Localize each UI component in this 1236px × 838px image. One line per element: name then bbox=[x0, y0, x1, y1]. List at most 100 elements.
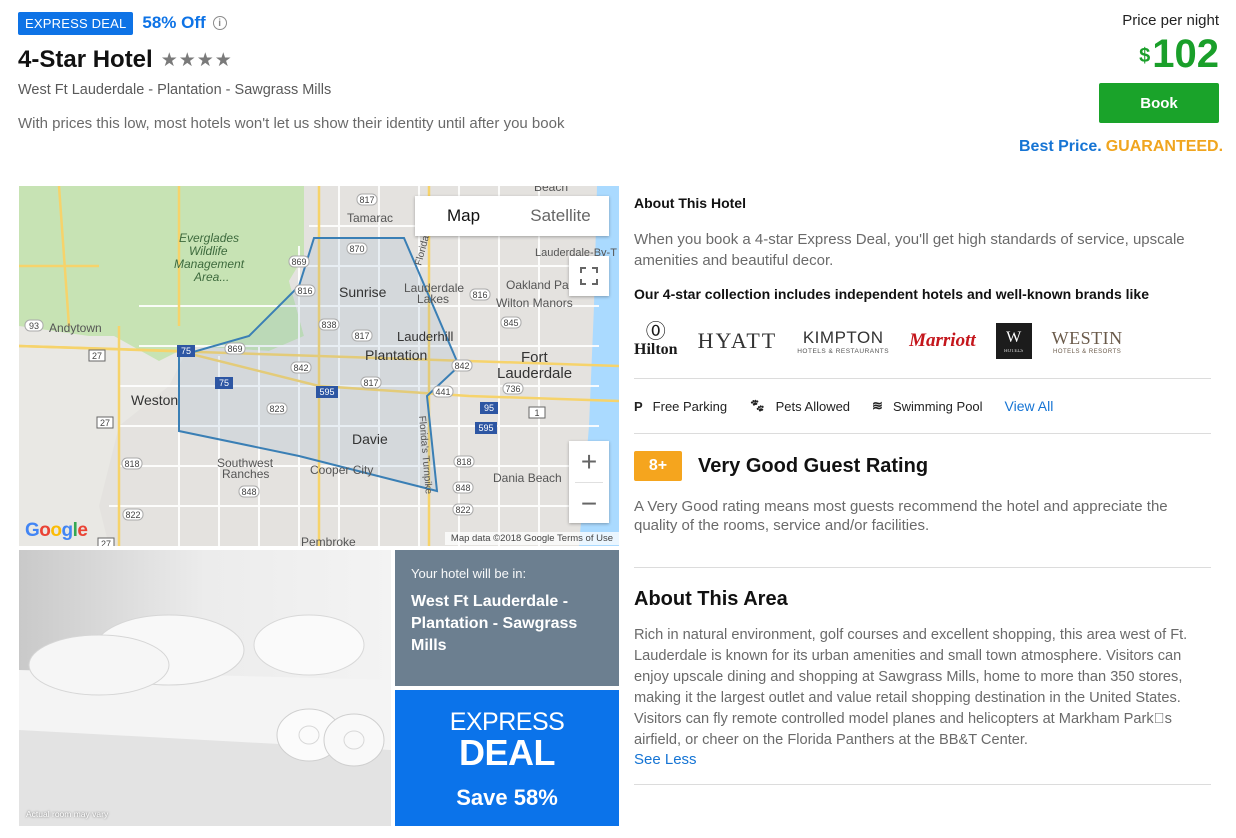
road-shield: 845 bbox=[500, 316, 522, 329]
kimpton-logo: KIMPTON HOTELS & RESTAURANTS bbox=[797, 327, 890, 355]
svg-text:842: 842 bbox=[454, 361, 469, 371]
road-shield: 870 bbox=[346, 242, 368, 255]
guest-rating: 8+ Very Good Guest Rating bbox=[634, 451, 1212, 481]
amenity-pets: 🐾︎ Pets Allowed bbox=[749, 398, 851, 414]
road-shield: 75 bbox=[177, 345, 195, 357]
road-shield: 27 bbox=[96, 416, 114, 429]
map-label: Sunrise bbox=[339, 284, 387, 300]
divider bbox=[634, 567, 1211, 568]
svg-text:845: 845 bbox=[503, 318, 518, 328]
road-shield: 817 bbox=[360, 376, 382, 389]
svg-text:816: 816 bbox=[472, 290, 487, 300]
express-deal-badge: EXPRESS DEAL bbox=[18, 11, 134, 35]
road-shield: 842 bbox=[451, 359, 473, 372]
map-tab[interactable]: Map bbox=[415, 196, 512, 236]
map-attribution[interactable]: Map data ©2018 Google Terms of Use bbox=[444, 532, 619, 545]
amenity-pool: ≋ Swimming Pool bbox=[872, 398, 983, 414]
fullscreen-icon bbox=[580, 267, 598, 285]
marriott-logo: Marriott bbox=[909, 330, 976, 351]
road-shield: 818 bbox=[453, 455, 475, 468]
svg-text:595: 595 bbox=[478, 423, 493, 433]
svg-text:736: 736 bbox=[505, 384, 520, 394]
road-shield: 817 bbox=[356, 193, 378, 206]
svg-text:75: 75 bbox=[219, 378, 229, 388]
svg-text:27: 27 bbox=[100, 418, 110, 428]
rating-text: A Very Good rating means most guests rec… bbox=[634, 498, 1168, 534]
hotel-area-tile: Your hotel will be in: West Ft Lauderdal… bbox=[395, 550, 619, 686]
see-less-link[interactable]: See Less bbox=[634, 751, 1212, 768]
identity-disclaimer: With prices this low, most hotels won't … bbox=[18, 115, 565, 132]
amenity-parking: P Free Parking bbox=[634, 398, 728, 414]
road-shield: 822 bbox=[122, 508, 144, 521]
svg-text:95: 95 bbox=[484, 403, 494, 413]
svg-text:817: 817 bbox=[363, 378, 378, 388]
express-deal-tile: EXPRESS DEAL Save 58% bbox=[395, 690, 619, 826]
fullscreen-button[interactable] bbox=[569, 256, 609, 296]
map-label: Dania Beach bbox=[493, 471, 562, 485]
bed-illustration bbox=[19, 550, 391, 826]
map-label: Management bbox=[174, 257, 245, 271]
hotel-title: 4-Star Hotel bbox=[18, 46, 153, 73]
svg-text:818: 818 bbox=[456, 457, 471, 467]
currency-symbol: $ bbox=[1139, 45, 1151, 67]
deal-label: DEAL bbox=[459, 732, 556, 773]
room-disclaimer: Actual room may vary bbox=[26, 809, 109, 819]
google-logo-letters: G bbox=[25, 520, 40, 541]
map-label: Lakes bbox=[417, 292, 449, 306]
road-shield: 816 bbox=[294, 284, 316, 297]
divider bbox=[634, 433, 1211, 434]
zoom-out-button[interactable]: − bbox=[569, 483, 609, 524]
swimming-icon: ≋ bbox=[872, 398, 883, 413]
map-label: Lauderdale bbox=[497, 365, 572, 382]
hotel-details: About This Hotel When you book a 4-star … bbox=[634, 195, 1212, 785]
parking-icon: P bbox=[634, 398, 643, 414]
svg-text:441: 441 bbox=[435, 387, 450, 397]
svg-text:869: 869 bbox=[227, 344, 242, 354]
save-label: Save 58% bbox=[456, 785, 558, 810]
zoom-in-button[interactable]: + bbox=[569, 441, 609, 482]
about-area-heading: About This Area bbox=[634, 588, 788, 610]
hotel-location: West Ft Lauderdale - Plantation - Sawgra… bbox=[18, 82, 332, 98]
svg-text:816: 816 bbox=[297, 286, 312, 296]
road-shield: 842 bbox=[290, 361, 312, 374]
svg-text:818: 818 bbox=[124, 459, 139, 469]
brand-logos: ⓪ Hilton HYATT KIMPTON HOTELS & RESTAURA… bbox=[634, 322, 1212, 360]
road-shield: 595 bbox=[475, 422, 497, 434]
area-map[interactable]: Tamarac Everglades Wildlife Management A… bbox=[19, 186, 619, 546]
info-icon[interactable]: i bbox=[212, 16, 227, 30]
book-button[interactable]: Book bbox=[1099, 83, 1219, 123]
divider bbox=[634, 784, 1211, 785]
road-shield: 817 bbox=[351, 329, 373, 342]
road-shield: 93 bbox=[24, 319, 44, 332]
w-hotels-logo: W HOTELS bbox=[995, 323, 1032, 359]
map-label: Oakland Pa bbox=[506, 278, 569, 292]
guaranteed-label: GUARANTEED. bbox=[1105, 138, 1224, 155]
svg-text:93: 93 bbox=[29, 321, 39, 331]
road-shield: 441 bbox=[432, 385, 454, 398]
view-all-amenities-link[interactable]: View All bbox=[1005, 398, 1054, 414]
map-label: Tamarac bbox=[347, 211, 393, 225]
map-label: Everglades bbox=[179, 231, 239, 245]
brands-heading: Our 4-star collection includes independe… bbox=[634, 286, 1149, 302]
about-area-text: Rich in natural environment, golf course… bbox=[634, 627, 1188, 748]
google-logo: Google bbox=[25, 520, 88, 541]
svg-text:848: 848 bbox=[241, 487, 256, 497]
map-canvas[interactable]: Tamarac Everglades Wildlife Management A… bbox=[19, 186, 619, 546]
zoom-control: + − bbox=[569, 441, 609, 523]
satellite-tab[interactable]: Satellite bbox=[512, 196, 609, 236]
hilton-logo: ⓪ Hilton bbox=[634, 321, 678, 358]
svg-text:817: 817 bbox=[359, 195, 374, 205]
road-shield: 818 bbox=[121, 457, 143, 470]
amenities-row: P Free Parking 🐾︎ Pets Allowed ≋ Swimmin… bbox=[634, 379, 1212, 433]
svg-text:595: 595 bbox=[319, 387, 334, 397]
price: $102 bbox=[1019, 33, 1219, 75]
best-price-label: Best Price. bbox=[1019, 138, 1102, 155]
area-tile-caption: Your hotel will be in: bbox=[411, 566, 527, 581]
road-shield: 838 bbox=[318, 318, 340, 331]
map-label: Wildlife bbox=[189, 244, 228, 258]
about-hotel-heading: About This Hotel bbox=[634, 195, 746, 211]
svg-text:817: 817 bbox=[354, 331, 369, 341]
discount-label: 58% Off bbox=[142, 13, 206, 32]
road-shield: 869 bbox=[224, 342, 246, 355]
map-label: Pembroke bbox=[301, 535, 356, 546]
